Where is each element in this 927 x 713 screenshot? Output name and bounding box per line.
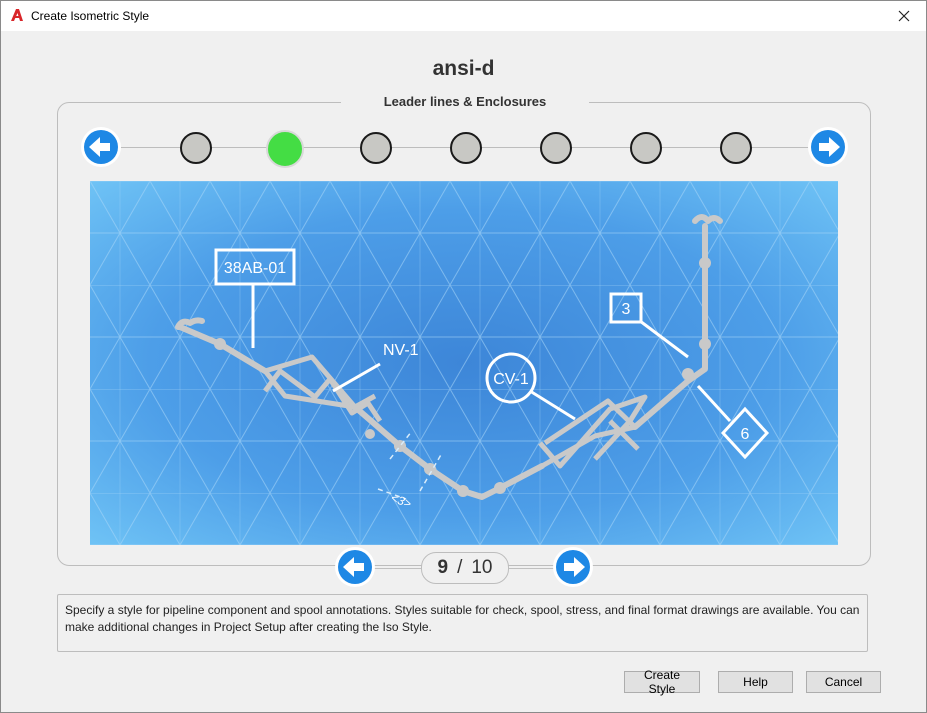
title-bar: Create Isometric Style — [1, 1, 926, 31]
close-icon — [898, 10, 910, 22]
cancel-button[interactable]: Cancel — [806, 671, 881, 693]
previous-step-button[interactable] — [80, 126, 122, 168]
step-indicator-6[interactable] — [540, 132, 572, 164]
current-page: 9 — [437, 557, 449, 578]
style-name-heading: ansi-d — [432, 57, 495, 80]
close-button[interactable] — [882, 1, 926, 31]
autocad-logo-icon — [11, 9, 23, 21]
step-indicator-1[interactable] — [180, 132, 212, 164]
page-separator: / — [457, 557, 463, 578]
step-indicator-7[interactable] — [630, 132, 662, 164]
next-step-button[interactable] — [807, 126, 849, 168]
step-indicator-5[interactable] — [450, 132, 482, 164]
dialog-window: Create Isometric Style ansi-d Leader lin… — [0, 0, 927, 713]
step-indicator-4[interactable] — [360, 132, 392, 164]
help-button[interactable]: Help — [718, 671, 793, 693]
total-pages: 10 — [471, 557, 493, 578]
next-page-button[interactable] — [552, 546, 594, 588]
tag-line-label: 38AB-01 — [224, 260, 286, 277]
diamond-tag-label: 6 — [741, 426, 750, 443]
create-style-button[interactable]: Create Style — [624, 668, 700, 696]
step-indicator-8[interactable] — [720, 132, 752, 164]
square-tag-label: 3 — [622, 301, 631, 318]
step-title: Leader lines & Enclosures — [341, 94, 589, 109]
nv-label: NV-1 — [383, 342, 419, 359]
window-title: Create Isometric Style — [31, 9, 150, 23]
step-indicator-3-active[interactable] — [266, 130, 304, 168]
page-indicator: 9 / 10 — [421, 552, 509, 584]
cv-label: CV-1 — [493, 371, 529, 388]
description-text: Specify a style for pipeline component a… — [57, 594, 868, 652]
style-preview-image: 38AB-01 NV-1 CV-1 3 6 <3> — [90, 181, 838, 545]
previous-page-button[interactable] — [334, 546, 376, 588]
